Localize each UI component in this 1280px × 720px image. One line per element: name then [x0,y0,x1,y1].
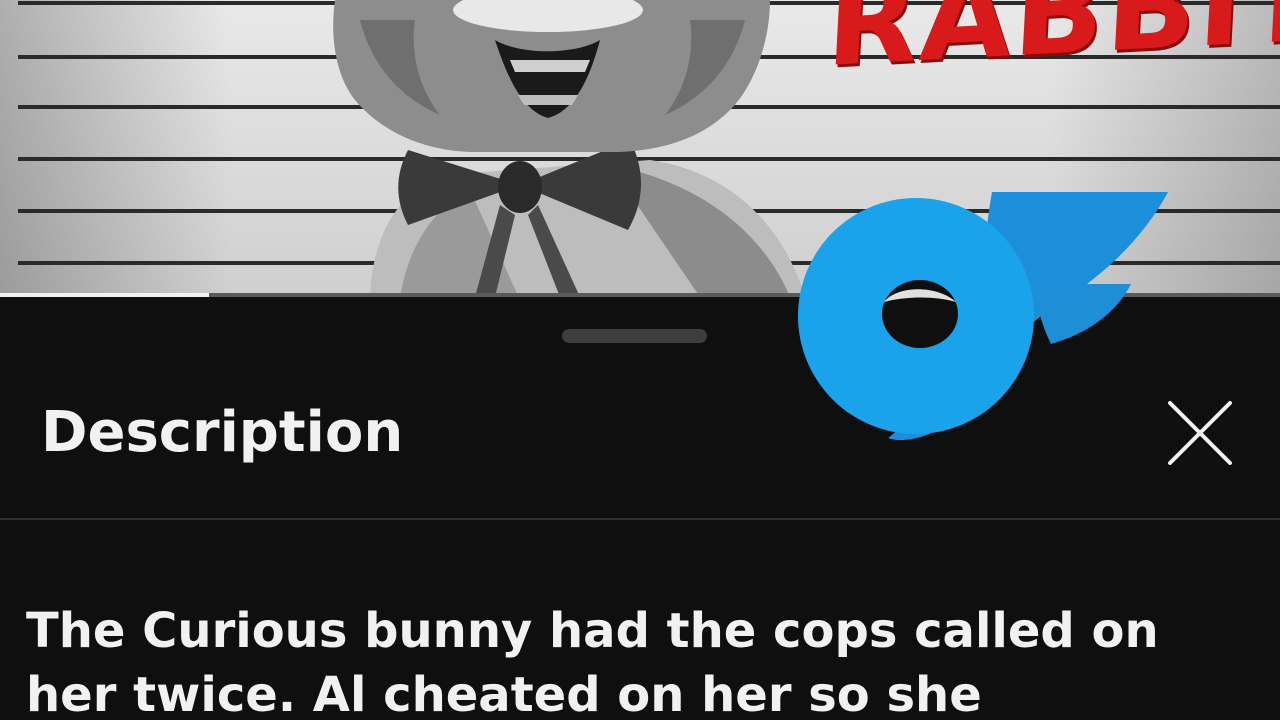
onlyfans-logo-icon [798,192,1168,441]
description-text: The Curious bunny had the cops called on… [26,603,1159,720]
drag-handle[interactable] [562,329,707,343]
screen: RABBIT Description The Curious bunny had… [0,0,1280,720]
divider [0,518,1280,520]
close-button[interactable] [1162,395,1238,471]
sheet-title: Description [41,400,404,465]
rabbit-overlay-text: RABBIT [823,0,1280,93]
close-icon [1168,401,1232,465]
